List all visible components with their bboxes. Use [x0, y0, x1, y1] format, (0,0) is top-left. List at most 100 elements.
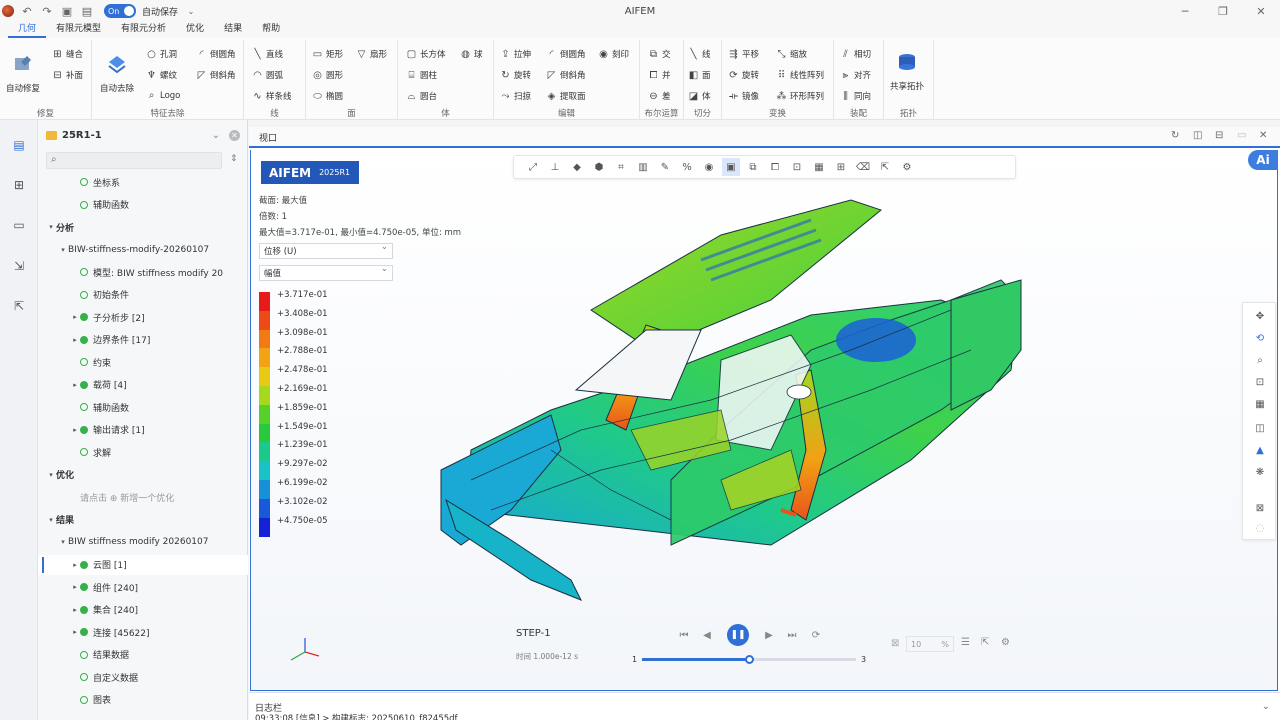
section-icon[interactable]: ⊡ — [788, 158, 806, 176]
cube-icon[interactable]: ◆ — [568, 158, 586, 176]
revolve-button[interactable]: ↻ 旋转 — [500, 69, 531, 82]
table-icon[interactable]: ▦ — [1253, 397, 1267, 411]
chevron-down-icon[interactable]: ⌄ — [212, 130, 220, 141]
chamfer-button[interactable]: ◸ 倒斜角 — [196, 69, 236, 82]
ellipse-button[interactable]: ⬭ 椭圆 — [312, 90, 343, 103]
line-button[interactable]: ╲ 直线 — [252, 48, 283, 61]
tree-row[interactable]: ▸ 连接 [45622] — [38, 622, 248, 642]
cylinder-button[interactable]: ⌸ 圆柱 — [406, 69, 438, 82]
percent-icon[interactable]: % — [678, 158, 696, 176]
rotate-button[interactable]: ⟳ 旋转 — [728, 69, 759, 82]
zoom-icon[interactable]: ⌕ — [1253, 353, 1267, 367]
skip-last-icon[interactable]: ⏭ — [785, 628, 799, 642]
viewport-tab[interactable]: 视口 — [259, 131, 277, 144]
tree-row[interactable]: 辅助函数 — [38, 397, 248, 417]
stitch-button[interactable]: ⊞ 缝合 — [52, 48, 83, 61]
tab-fe-model[interactable]: 有限元模型 — [46, 22, 111, 38]
patch-button[interactable]: ⊟ 补面 — [52, 69, 83, 82]
tree-row[interactable]: 约束 — [38, 352, 248, 372]
minimize-icon[interactable]: ─ — [1166, 0, 1204, 22]
logo-button[interactable]: ⌕ Logo — [146, 90, 181, 101]
tab-geometry[interactable]: 几何 — [8, 22, 47, 38]
move-icon[interactable]: ✥ — [1253, 309, 1267, 323]
edit-chamfer-button[interactable]: ◸ 倒斜角 — [546, 69, 586, 82]
ai-assistant-button[interactable]: Ai — [1248, 150, 1278, 170]
export-image-icon[interactable]: ⇱ — [876, 158, 894, 176]
fit-view-icon[interactable]: ⤢ — [524, 158, 542, 176]
refresh-icon[interactable]: ↻ — [1171, 130, 1179, 141]
document-icon[interactable]: ▤ — [11, 137, 27, 153]
pen-icon[interactable]: ✎ — [656, 158, 674, 176]
sweep-button[interactable]: ⤳ 扫掠 — [500, 90, 532, 103]
tree-row[interactable]: 图表 — [38, 690, 248, 710]
chevron-down-icon[interactable]: ⌄ — [1262, 701, 1270, 712]
zoom-percent-input[interactable]: 10% — [906, 636, 954, 652]
step-back-icon[interactable]: ◀ — [700, 628, 714, 642]
sort-icon[interactable]: ⇕ — [230, 154, 238, 164]
snapshot-icon[interactable]: ⊠ — [1253, 501, 1267, 515]
auto-repair-button[interactable]: 自动修复 — [6, 52, 40, 94]
box-button[interactable]: ▢ 长方体 — [406, 48, 446, 61]
list-icon[interactable]: ☰ — [961, 637, 970, 648]
grid-icon[interactable]: ▦ — [810, 158, 828, 176]
same-direction-button[interactable]: ⫼ 同向 — [840, 90, 871, 103]
edit-fillet-button[interactable]: ◜ 倒圆角 — [546, 48, 586, 61]
explode-icon[interactable]: ❋ — [1253, 465, 1267, 479]
chevron-down-icon[interactable]: ▾ — [46, 516, 56, 524]
translate-button[interactable]: ⇶ 平移 — [728, 48, 759, 61]
linear-array-button[interactable]: ⠿ 线性阵列 — [776, 69, 824, 82]
duplicate-icon[interactable]: ⧠ — [766, 158, 784, 176]
component-select[interactable]: 幅值 — [259, 264, 393, 281]
tree-row[interactable]: ▾ BIW stiffness modify 20260107 — [38, 532, 248, 552]
maximize-icon[interactable]: ▭ — [1237, 130, 1246, 141]
chevron-right-icon[interactable]: ▸ — [70, 561, 80, 569]
close-icon[interactable]: ✕ — [1242, 0, 1280, 22]
tree-row[interactable]: 请点击 ⊕ 新增一个优化 — [38, 487, 248, 507]
chevron-right-icon[interactable]: ▸ — [70, 583, 80, 591]
extrude-button[interactable]: ⇪ 拉伸 — [500, 48, 531, 61]
spline-button[interactable]: ∿ 样条线 — [252, 90, 291, 103]
circular-array-button[interactable]: ⁂ 环形阵列 — [776, 90, 825, 103]
chevron-right-icon[interactable]: ▸ — [70, 313, 80, 321]
import-icon[interactable]: ⇲ — [11, 258, 27, 274]
tab-optimization[interactable]: 优化 — [176, 22, 214, 38]
cut-line-button[interactable]: ╲ 线 — [688, 48, 710, 61]
settings-icon[interactable]: ⚙ — [1001, 637, 1010, 648]
close-icon[interactable]: ✕ — [229, 130, 240, 141]
tree-row[interactable]: 坐标系 — [38, 172, 248, 192]
step-slider-thumb[interactable] — [745, 655, 754, 664]
tree-row[interactable]: ▾ 优化 — [38, 465, 248, 485]
folder-icon[interactable]: ▭ — [11, 217, 27, 233]
redo-icon[interactable]: ↷ — [40, 4, 54, 18]
color-icon[interactable]: ◉ — [700, 158, 718, 176]
extract-face-button[interactable]: ◈ 提取面 — [546, 90, 586, 103]
chevron-down-icon[interactable]: ⌄ — [184, 4, 198, 18]
cut-face-button[interactable]: ◧ 面 — [688, 69, 711, 82]
tree-row[interactable]: 结果数据 — [38, 645, 248, 665]
tree-row[interactable]: 辅助函数 — [38, 195, 248, 215]
tree-row[interactable]: ▸ 输出请求 [1] — [38, 420, 248, 440]
fillet-button[interactable]: ◜ 倒圆角 — [196, 48, 236, 61]
tree-row[interactable]: 自定义数据 — [38, 667, 248, 687]
undo-icon[interactable]: ↶ — [20, 4, 34, 18]
align-button[interactable]: ⫸ 对齐 — [840, 69, 871, 82]
tree-search-input[interactable]: ⌕ — [46, 152, 222, 169]
chevron-down-icon[interactable]: ▾ — [46, 471, 56, 479]
close-icon[interactable]: ✕ — [1259, 130, 1267, 141]
open-external-icon[interactable]: ⇱ — [981, 637, 989, 648]
chevron-down-icon[interactable]: ▾ — [46, 223, 56, 231]
select-box-icon[interactable]: ▣ — [722, 158, 740, 176]
settings-icon[interactable]: ⚙ — [898, 158, 916, 176]
reset-icon[interactable]: ◌ — [1253, 521, 1267, 535]
delete-icon[interactable]: ⌫ — [854, 158, 872, 176]
subtract-button[interactable]: ⊖ 差 — [648, 90, 670, 103]
chevron-down-icon[interactable]: ▾ — [58, 246, 68, 254]
sphere-button[interactable]: ◍ 球 — [460, 48, 482, 61]
axis-view-icon[interactable]: ⊥ — [546, 158, 564, 176]
circle-button[interactable]: ◎ 圆形 — [312, 69, 343, 82]
copy-icon[interactable]: ⧉ — [744, 158, 762, 176]
hole-button[interactable]: ○ 孔洞 — [146, 48, 177, 61]
frustum-button[interactable]: ⌓ 圆台 — [406, 90, 437, 103]
add-file-icon[interactable]: ⊞ — [11, 177, 27, 193]
tangent-button[interactable]: ⫽ 相切 — [840, 48, 871, 61]
